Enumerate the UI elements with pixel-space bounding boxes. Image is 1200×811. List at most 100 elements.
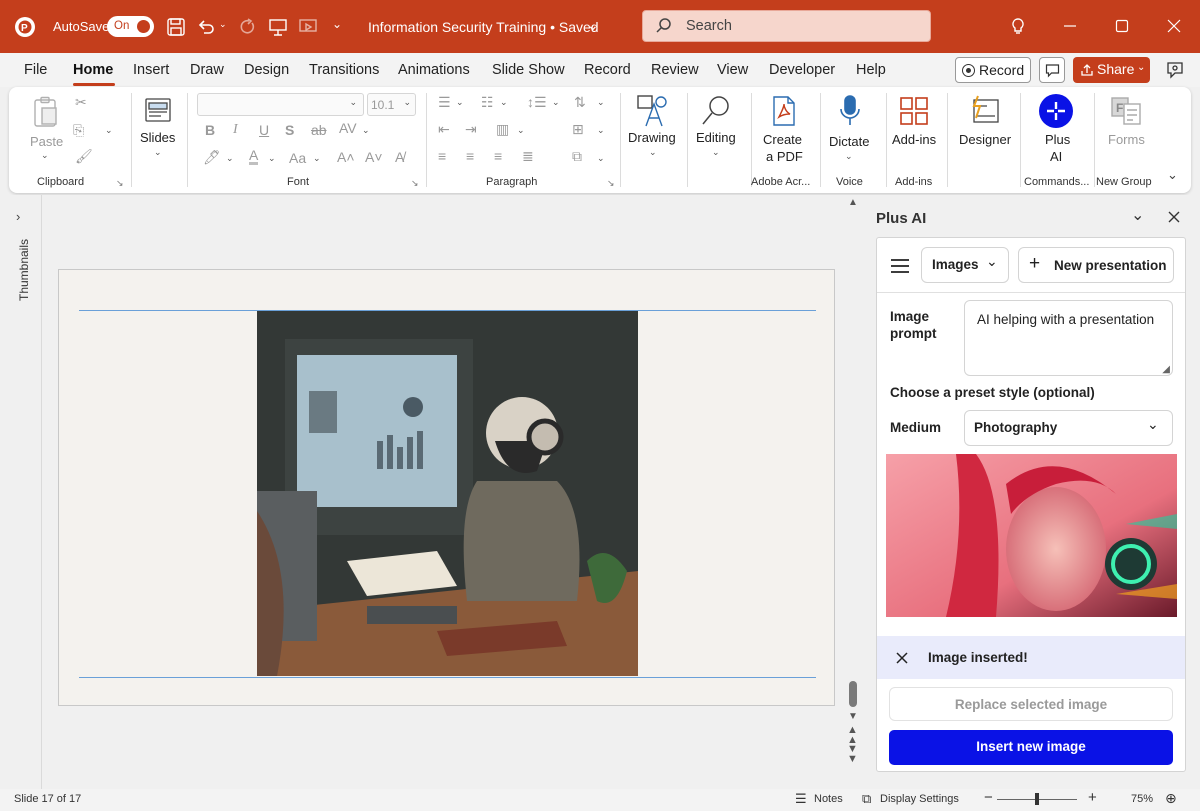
insert-image-button[interactable]: Insert new image: [889, 730, 1173, 765]
close-window-icon[interactable]: [1164, 16, 1184, 36]
scroll-up-icon[interactable]: ▲: [848, 197, 858, 208]
tab-draw[interactable]: Draw: [190, 62, 224, 78]
change-case-dropdown-icon[interactable]: ⌄: [313, 153, 321, 164]
record-button[interactable]: Record: [955, 57, 1031, 83]
slide-image[interactable]: [257, 311, 638, 676]
numbering-dropdown-icon[interactable]: ⌄: [500, 97, 508, 108]
comments-button[interactable]: [1039, 57, 1065, 83]
font-color-dropdown-icon[interactable]: ⌄: [268, 153, 276, 164]
display-settings-icon[interactable]: ⧉: [862, 791, 871, 807]
dictate-label[interactable]: Dictate: [829, 134, 869, 149]
align-center-icon[interactable]: ≡: [466, 148, 474, 164]
highlight-icon[interactable]: 🖊︎: [203, 149, 221, 166]
editing-search-icon[interactable]: [699, 93, 733, 129]
decrease-indent-icon[interactable]: ⇤: [438, 121, 450, 138]
previous-slide-icon[interactable]: ▲ ▲: [847, 725, 858, 746]
tab-design[interactable]: Design: [244, 62, 289, 78]
share-button[interactable]: Share ⌄: [1073, 57, 1150, 83]
font-launcher-icon[interactable]: ↘: [411, 178, 419, 189]
change-case-icon[interactable]: Aa: [289, 150, 306, 166]
create-pdf-label-1[interactable]: Create: [763, 132, 802, 147]
smartart-icon[interactable]: ⧉: [572, 148, 582, 165]
numbering-icon[interactable]: ☷: [481, 94, 494, 111]
create-pdf-label-2[interactable]: a PDF: [766, 149, 803, 164]
scroll-down-icon[interactable]: ▼: [848, 711, 858, 722]
font-size-box[interactable]: 10.1 ⌄: [367, 93, 416, 116]
new-presentation-button[interactable]: + New presentation: [1018, 247, 1174, 283]
new-slide-icon[interactable]: [143, 95, 173, 125]
increase-indent-icon[interactable]: ⇥: [465, 121, 477, 138]
clipboard-launcher-icon[interactable]: ↘: [116, 178, 124, 189]
columns-dropdown-icon[interactable]: ⌄: [517, 125, 525, 136]
preset-preview-image[interactable]: [886, 454, 1177, 617]
tab-animations[interactable]: Animations: [398, 62, 470, 78]
image-prompt-textarea[interactable]: AI helping with a presentation ◢: [964, 300, 1173, 376]
bold-icon[interactable]: B: [205, 122, 215, 138]
mode-dropdown[interactable]: Images ⌄: [921, 247, 1009, 283]
fit-slide-icon[interactable]: ⊕: [1165, 790, 1177, 807]
editing-dropdown-icon[interactable]: ⌄: [712, 147, 720, 158]
notes-label[interactable]: Notes: [814, 793, 843, 805]
tab-file[interactable]: File: [24, 62, 47, 78]
present-icon[interactable]: [267, 16, 289, 38]
addins-icon[interactable]: [898, 95, 930, 127]
char-spacing-dropdown-icon[interactable]: ⌄: [362, 125, 370, 136]
tab-transitions[interactable]: Transitions: [309, 62, 379, 78]
dictate-dropdown-icon[interactable]: ⌄: [845, 151, 853, 162]
text-direction-dropdown-icon[interactable]: ⌄: [597, 97, 605, 108]
plus-ai-icon[interactable]: [1039, 94, 1073, 128]
font-name-box[interactable]: ⌄: [197, 93, 364, 116]
search-box[interactable]: Search: [642, 10, 931, 42]
redo-icon[interactable]: [236, 16, 258, 38]
tab-developer[interactable]: Developer: [769, 62, 835, 78]
drawing-label[interactable]: Drawing: [628, 130, 676, 145]
slide-canvas[interactable]: [58, 269, 835, 706]
underline-icon[interactable]: U: [259, 122, 269, 138]
cut-icon[interactable]: ✂: [75, 94, 87, 111]
undo-icon[interactable]: [195, 16, 217, 38]
tab-view[interactable]: View: [717, 62, 748, 78]
minimize-icon[interactable]: [1060, 16, 1080, 36]
tab-home[interactable]: Home: [73, 62, 113, 78]
forms-icon[interactable]: F: [1109, 95, 1143, 127]
bullets-dropdown-icon[interactable]: ⌄: [456, 97, 464, 108]
copy-dropdown-icon[interactable]: ⌄: [105, 125, 113, 136]
format-painter-icon[interactable]: 🖌︎: [75, 148, 93, 165]
zoom-slider-thumb[interactable]: [1035, 793, 1039, 805]
maximize-icon[interactable]: [1112, 16, 1132, 36]
copy-icon[interactable]: ⎘: [73, 122, 84, 139]
editing-label[interactable]: Editing: [696, 130, 736, 145]
drawing-dropdown-icon[interactable]: ⌄: [649, 147, 657, 158]
zoom-slider[interactable]: [997, 793, 1077, 805]
decrease-font-icon[interactable]: A˅: [365, 149, 383, 165]
zoom-out-icon[interactable]: −: [984, 789, 993, 806]
hamburger-menu-icon[interactable]: [889, 256, 911, 276]
italic-icon[interactable]: I: [233, 122, 238, 138]
character-spacing-icon[interactable]: AV: [339, 120, 357, 136]
clear-formatting-icon[interactable]: A̸: [395, 149, 404, 165]
replace-image-button[interactable]: Replace selected image: [889, 687, 1173, 721]
bullets-icon[interactable]: ☰: [438, 94, 451, 111]
drawing-icon[interactable]: [635, 93, 669, 129]
pane-options-chevron-icon[interactable]: ⌄: [1131, 205, 1144, 225]
title-chevron-icon[interactable]: ⌄: [587, 17, 599, 34]
align-text-icon[interactable]: ⊞: [572, 121, 584, 138]
shadow-icon[interactable]: S: [285, 122, 294, 138]
plus-ai-label-2[interactable]: AI: [1050, 149, 1062, 164]
tab-insert[interactable]: Insert: [133, 62, 169, 78]
tab-review[interactable]: Review: [651, 62, 699, 78]
align-left-icon[interactable]: ≡: [438, 148, 446, 164]
document-title[interactable]: Information Security Training • Saved: [368, 19, 599, 35]
paragraph-launcher-icon[interactable]: ↘: [607, 178, 615, 189]
thumbnails-expand-icon[interactable]: ›: [16, 209, 20, 224]
tab-record[interactable]: Record: [584, 62, 631, 78]
tab-help[interactable]: Help: [856, 62, 886, 78]
autosave-toggle[interactable]: On: [107, 16, 154, 37]
align-text-dropdown-icon[interactable]: ⌄: [597, 125, 605, 136]
smartart-dropdown-icon[interactable]: ⌄: [597, 153, 605, 164]
paste-label[interactable]: Paste: [30, 134, 63, 149]
columns-icon[interactable]: ▥: [496, 121, 509, 138]
strikethrough-icon[interactable]: ab: [311, 122, 327, 138]
resize-handle-icon[interactable]: ◢: [1162, 364, 1170, 375]
tab-slide-show[interactable]: Slide Show: [492, 62, 565, 78]
